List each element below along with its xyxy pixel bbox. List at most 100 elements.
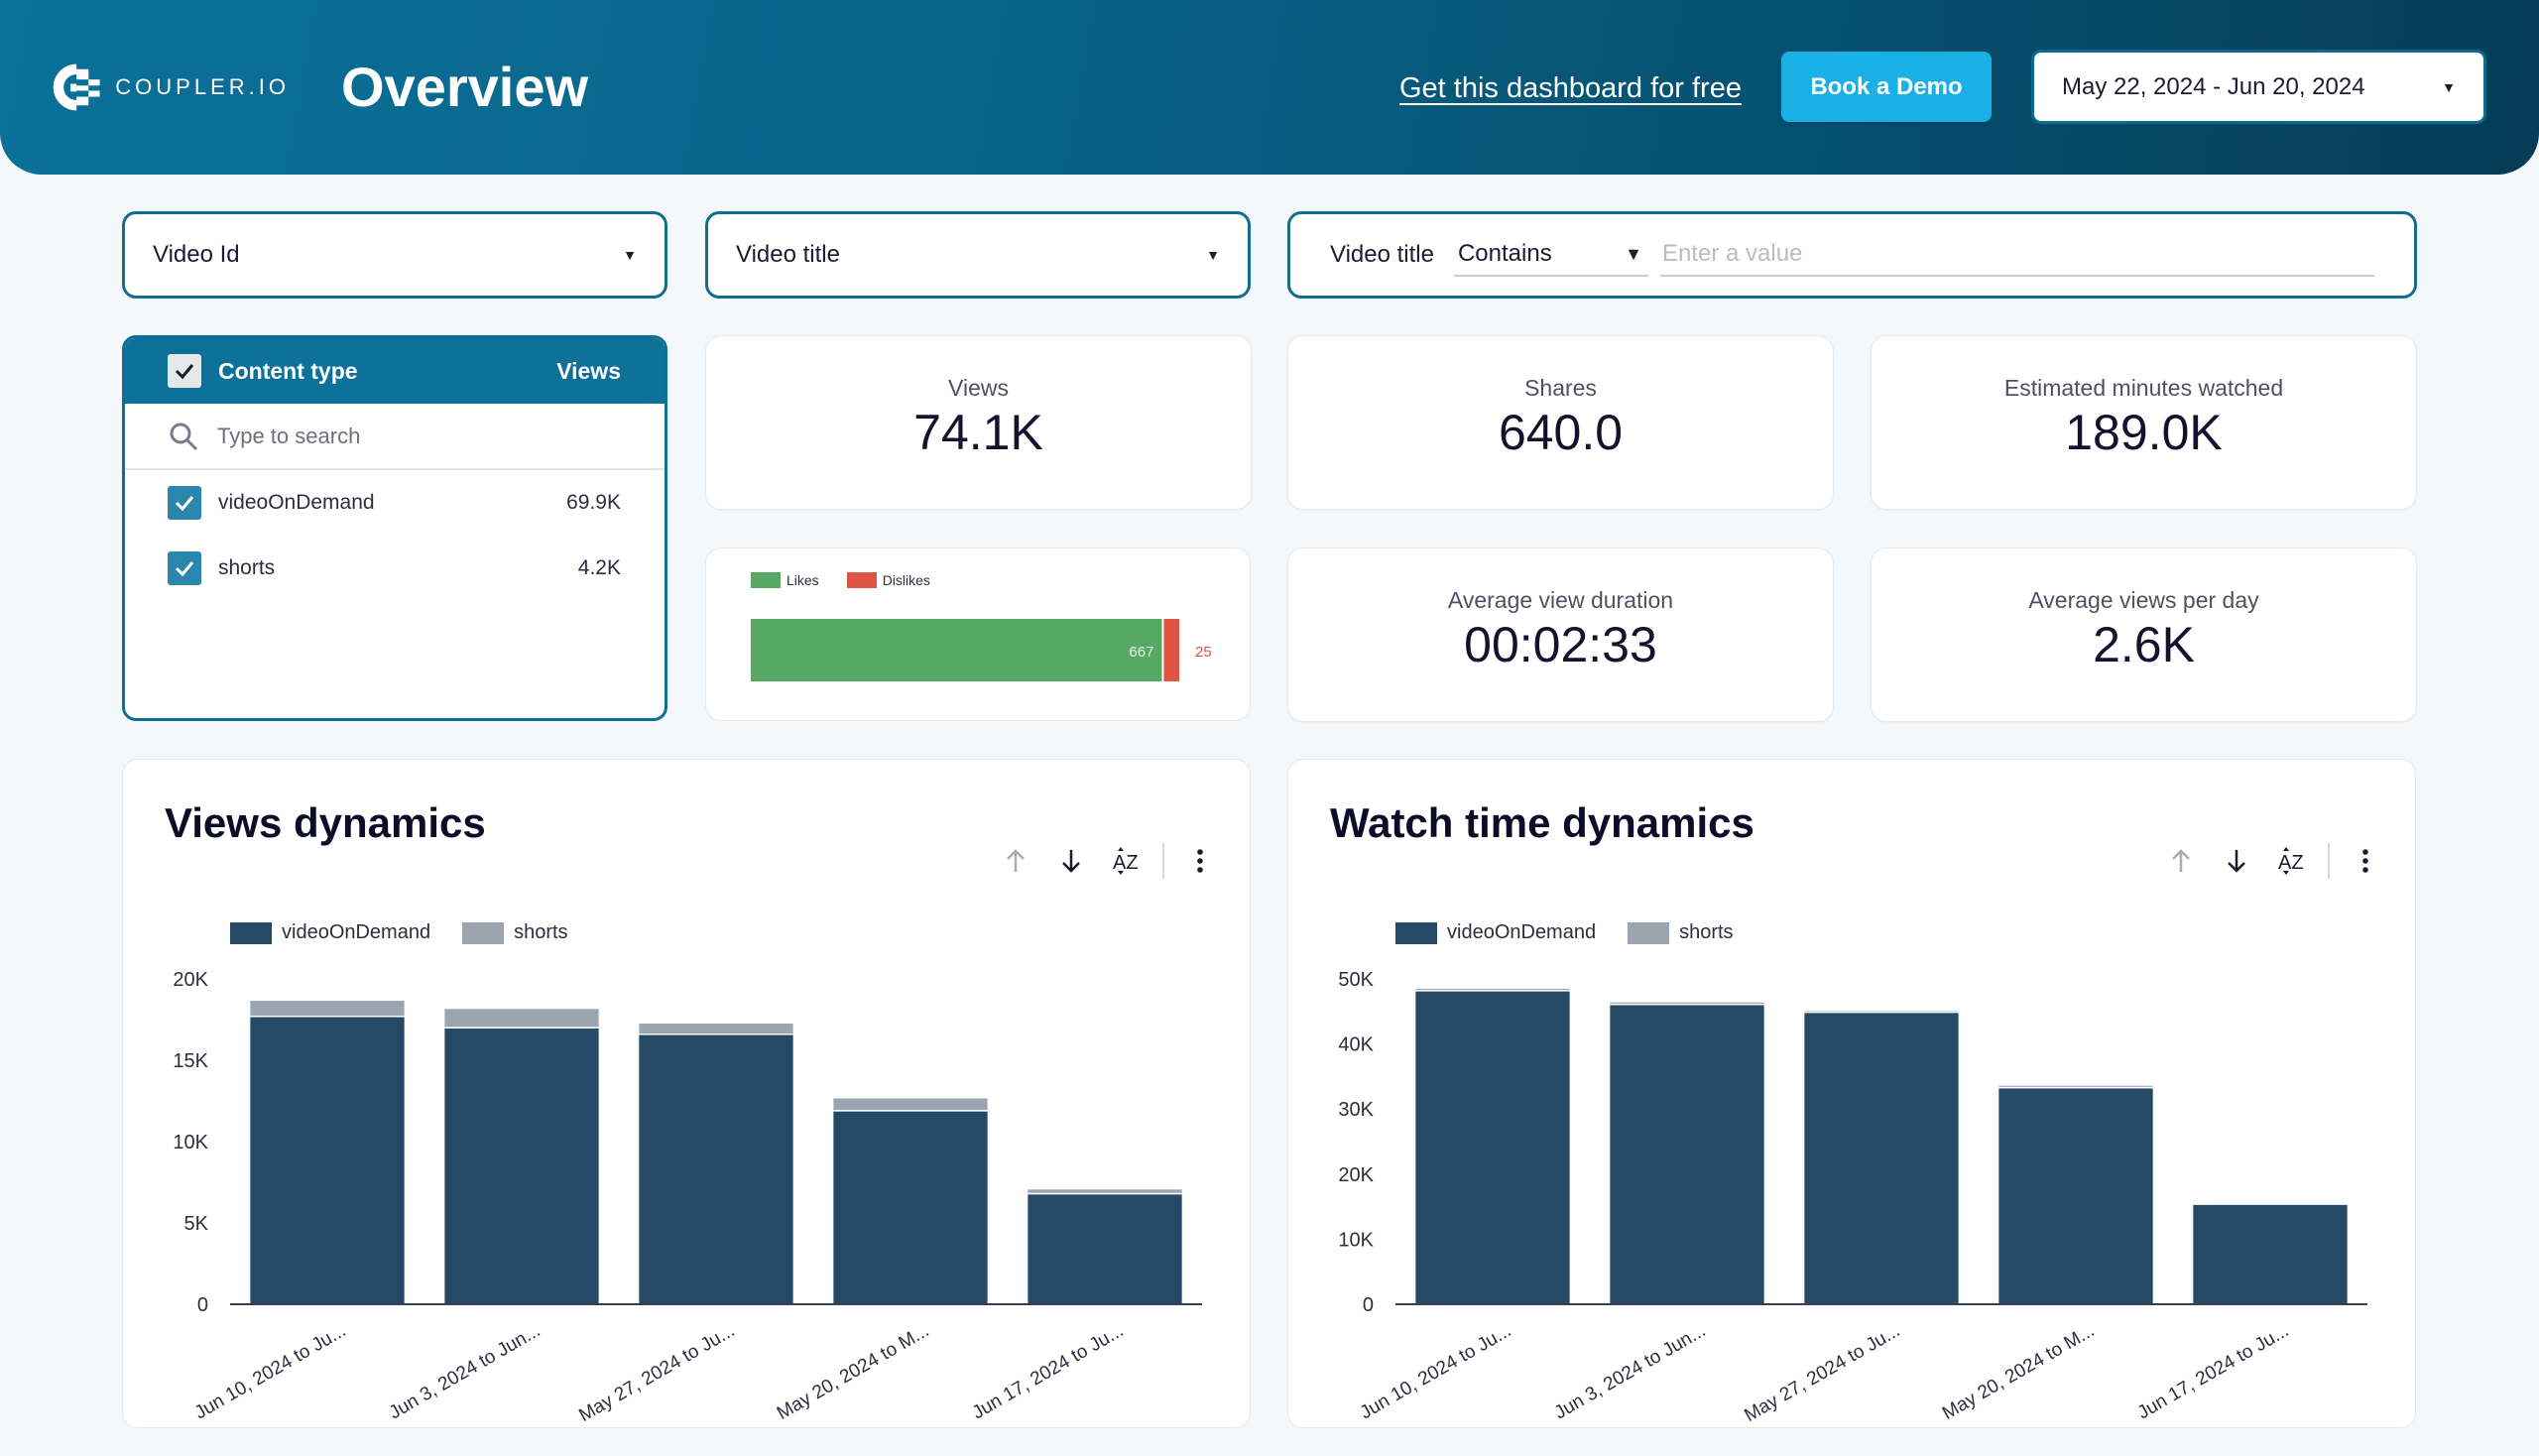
get-dashboard-link[interactable]: Get this dashboard for free [1399,67,1742,109]
content-type-filter-panel: Content type Views videoOnDemand 69.9K s… [122,335,667,721]
search-icon [170,423,198,450]
kpi-label: Average view duration [1447,586,1674,613]
option-label: shorts [218,556,276,579]
bar-videoondemand [1608,1003,1766,1305]
bar-shorts [1026,1187,1184,1195]
y-tick-label: 0 [1363,1294,1374,1316]
kpi-label: Shares [1524,374,1597,401]
caret-down-icon: ▼ [1625,243,1642,264]
checkmark-icon [175,561,194,577]
kpi-value: 640.0 [1498,404,1624,460]
bar-shorts [1608,1001,1766,1006]
y-tick-label: 5K [184,1213,209,1235]
date-range-value: May 22, 2024 - Jun 20, 2024 [2062,72,2365,100]
video-title-filter[interactable]: Video title ▼ [705,211,1251,299]
bar-shorts [1802,1009,1961,1014]
chevron-down-icon: ▼ [623,247,637,263]
y-tick-label: 20K [1338,1164,1374,1186]
bar-videoondemand [1996,1086,2155,1305]
bar-dislikes [1163,619,1179,681]
option-value: 4.2K [577,556,621,579]
content-type-search [125,404,665,470]
content-type-search-input[interactable] [217,423,594,449]
legend-swatch [846,572,877,588]
coupler-logo-icon [53,63,100,111]
bar-shorts [248,999,407,1018]
x-tick-label: May 20, 2024 to M... [1939,1320,2098,1424]
views-column-header[interactable]: Views [556,358,621,385]
likes-dislikes-card: Likes Dislikes 667 25 [705,547,1251,721]
likes-legend: Likes Dislikes [751,572,958,588]
header-banner: COUPLER.IO Overview Get this dashboard f… [0,0,2539,175]
legend-label: Likes [786,572,819,588]
y-tick-label: 0 [197,1294,208,1316]
kpi-value: 00:02:33 [1464,616,1657,672]
content-type-option[interactable]: videoOnDemand 69.9K [125,470,665,536]
contains-filter-label: Video title [1330,241,1434,268]
legend-item-likes[interactable]: Likes [751,572,819,588]
kpi-estimated-minutes-watched: Estimated minutes watched 189.0K [1871,335,2417,510]
bar-videoondemand [442,1027,601,1305]
kpi-value: 74.1K [913,404,1043,460]
views-dynamics-card: Views dynamics AZ videoOnDemand shorts 0… [122,759,1251,1428]
x-tick-label: May 27, 2024 to Ju... [575,1320,738,1426]
x-tick-label: Jun 17, 2024 to Ju... [969,1320,1128,1423]
x-tick-label: May 27, 2024 to Ju... [1741,1320,1903,1426]
y-tick-label: 50K [1338,969,1374,991]
y-tick-label: 15K [173,1050,208,1072]
views-dynamics-chart: 0 5K 10K 15K 20K Jun 10, 2024 to Ju... Jun 3, … [173,969,1202,1426]
y-tick-label: 40K [1338,1034,1374,1056]
y-tick-label: 20K [173,969,208,991]
logo-text: COUPLER.IO [115,74,290,99]
option-label: videoOnDemand [218,491,375,514]
bar-shorts [831,1096,990,1112]
legend-item-dislikes[interactable]: Dislikes [846,572,930,588]
video-title-contains-filter: Video title Contains ▼ [1287,211,2417,299]
x-tick-label: Jun 3, 2024 to Jun... [386,1320,544,1423]
x-tick-label: Jun 10, 2024 to Ju... [191,1320,350,1423]
bar-shorts [2191,1202,2350,1205]
kpi-shares: Shares 640.0 [1287,335,1834,510]
video-id-filter[interactable]: Video Id ▼ [122,211,667,299]
checkbox-checked[interactable] [168,486,201,520]
option-value: 69.9K [566,491,621,514]
checkmark-icon [175,364,194,380]
book-demo-button[interactable]: Book a Demo [1781,52,1992,122]
kpi-label: Views [948,374,1009,401]
kpi-label: Average views per day [2028,586,2259,613]
bar-shorts [442,1007,601,1029]
bar-videoondemand [1413,990,1572,1305]
legend-label: Dislikes [882,572,930,588]
select-all-checkbox[interactable] [168,354,201,388]
date-range-picker[interactable]: May 22, 2024 - Jun 20, 2024 ▼ [2031,50,2486,124]
x-tick-label: May 20, 2024 to M... [774,1320,932,1424]
y-tick-label: 30K [1338,1099,1374,1121]
video-id-filter-label: Video Id [153,241,240,268]
y-tick-label: 10K [1338,1229,1374,1251]
kpi-value: 189.0K [2065,404,2223,460]
bar-videoondemand [248,1015,407,1305]
data-label-likes: 667 [1129,644,1153,661]
video-title-filter-label: Video title [736,241,840,268]
content-type-column-header: Content type [218,357,358,384]
bar-videoondemand [637,1033,795,1305]
content-type-header: Content type Views [125,338,665,404]
chevron-down-icon: ▼ [1206,247,1220,263]
kpi-average-views-per-day: Average views per day 2.6K [1871,547,2417,722]
filter-value-input[interactable] [1659,233,2374,277]
bar-shorts [1996,1084,2155,1089]
checkbox-checked[interactable] [168,551,201,585]
chevron-down-icon: ▼ [2442,78,2456,95]
watch-time-dynamics-chart: 0 10K 20K 30K 40K 50K Jun 10, 2024 to Ju... Jun… [1338,969,2367,1426]
bar-videoondemand [831,1110,990,1305]
kpi-label: Estimated minutes watched [2003,374,2284,401]
content-type-option[interactable]: shorts 4.2K [125,536,665,601]
x-tick-label: Jun 10, 2024 to Ju... [1357,1320,1515,1423]
likes-dislikes-bar-chart: 667 25 [751,619,1212,681]
operator-value: Contains [1457,240,1552,267]
coupler-logo[interactable]: COUPLER.IO [52,58,290,117]
bar-videoondemand [1802,1011,1961,1305]
y-tick-label: 10K [173,1132,208,1153]
operator-select[interactable]: Contains ▼ [1453,233,1648,277]
x-tick-label: Jun 17, 2024 to Ju... [2134,1320,2293,1423]
